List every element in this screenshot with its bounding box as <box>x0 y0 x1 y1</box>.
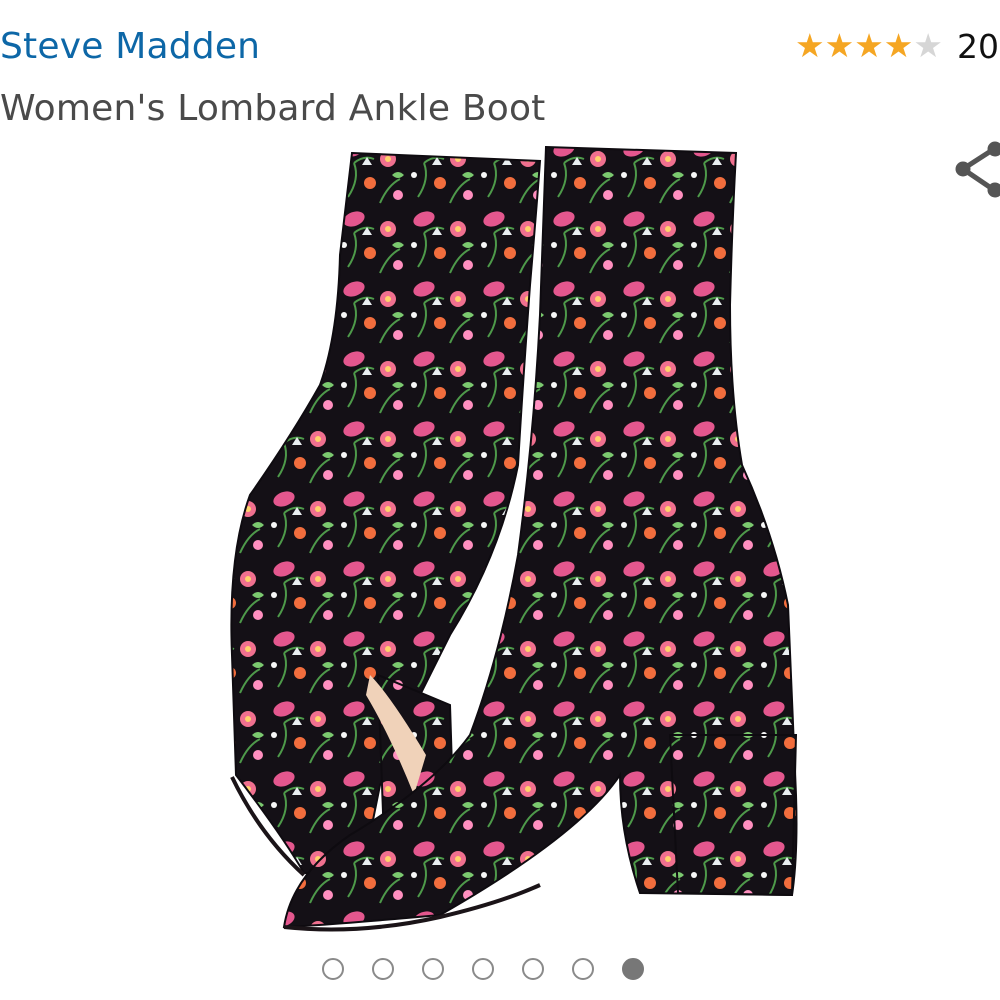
star-icon: ★ <box>883 27 914 64</box>
carousel-dot[interactable] <box>322 958 344 980</box>
carousel-dot[interactable] <box>372 958 394 980</box>
product-image[interactable] <box>200 135 820 935</box>
carousel-dot[interactable] <box>522 958 544 980</box>
image-carousel-indicator <box>322 958 644 980</box>
product-detail-page: Steve Madden Women's Lombard Ankle Boot … <box>0 0 1000 1000</box>
star-icon: ★ <box>795 27 825 64</box>
carousel-dot[interactable] <box>572 958 594 980</box>
product-title: Women's Lombard Ankle Boot <box>0 88 546 129</box>
carousel-dot[interactable] <box>422 958 444 980</box>
share-button[interactable] <box>950 140 1000 210</box>
brand-link[interactable]: Steve Madden <box>0 26 260 67</box>
rating-summary[interactable]: ★ ★ ★ ★ ★ 20 <box>795 26 999 66</box>
review-count: 20 <box>956 26 999 66</box>
carousel-dot[interactable] <box>472 958 494 980</box>
star-icon: ★ <box>854 27 884 64</box>
floral-ankle-boots-image <box>230 145 798 932</box>
carousel-dot-active[interactable] <box>622 958 644 980</box>
star-rating: ★ ★ ★ ★ ★ <box>795 26 943 66</box>
star-icon: ★ <box>824 27 855 64</box>
star-empty-icon: ★ <box>913 27 943 64</box>
share-icon <box>955 141 1000 198</box>
